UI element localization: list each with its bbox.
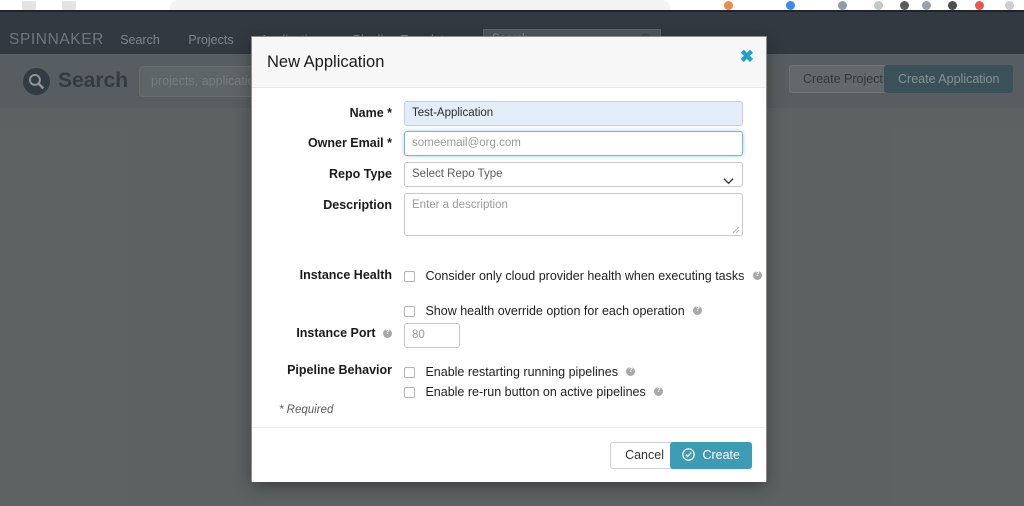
- modal-title: New Application: [267, 53, 385, 71]
- instance-port-label: Instance Port: [252, 326, 392, 340]
- instance-port-input[interactable]: 80: [404, 323, 460, 348]
- repo-type-selected-value: Select Repo Type: [412, 168, 503, 180]
- instance-port-input-wrap: 80: [404, 323, 460, 348]
- create-button-label: Create: [702, 448, 740, 462]
- pipeline-behavior-label: Pipeline Behavior: [287, 363, 392, 377]
- extension-icon-6[interactable]: [922, 1, 931, 10]
- checkbox-row-rerun-button[interactable]: Enable re-run button on active pipelines: [404, 383, 664, 401]
- checkbox-row-cloud-provider-health[interactable]: Consider only cloud provider health when…: [404, 267, 762, 285]
- modal-header: New Application ✖: [252, 37, 766, 88]
- name-label: Name *: [349, 106, 392, 120]
- extension-icon-5[interactable]: [900, 1, 909, 10]
- repo-type-select[interactable]: Select Repo Type: [404, 162, 743, 187]
- new-application-modal: New Application ✖ Name * Test-Applicatio…: [251, 36, 767, 482]
- owner-email-label: Owner Email *: [307, 136, 392, 150]
- extension-icon-1[interactable]: [724, 1, 733, 10]
- checkbox-row-restart-pipelines[interactable]: Enable restarting running pipelines: [404, 363, 636, 381]
- close-icon[interactable]: ✖: [740, 48, 754, 65]
- extension-icon-9[interactable]: [1005, 1, 1014, 10]
- description-textarea[interactable]: Enter a description: [404, 193, 743, 236]
- repo-type-label: Repo Type: [329, 167, 392, 181]
- help-circle-icon[interactable]: [654, 385, 664, 397]
- cloud-provider-health-checkbox[interactable]: [404, 271, 415, 282]
- help-circle-icon[interactable]: [626, 365, 636, 377]
- modal-body: Name * Test-Application Owner Email * so…: [252, 88, 766, 427]
- modal-footer: Cancel Create: [252, 427, 766, 482]
- extension-icon-4[interactable]: [874, 1, 883, 10]
- help-circle-icon[interactable]: [693, 304, 703, 316]
- checkbox-row-health-override[interactable]: Show health override option for each ope…: [404, 302, 703, 320]
- cloud-provider-health-label: Consider only cloud provider health when…: [425, 268, 745, 283]
- create-button[interactable]: Create: [669, 442, 752, 469]
- description-textarea-wrap: Enter a description: [404, 193, 743, 236]
- extension-icon-3[interactable]: [838, 1, 847, 10]
- rerun-button-checkbox[interactable]: [404, 387, 415, 398]
- health-override-label: Show health override option for each ope…: [425, 303, 685, 318]
- extension-icon-7[interactable]: [948, 1, 957, 10]
- help-circle-icon[interactable]: [752, 269, 762, 281]
- restart-pipelines-checkbox[interactable]: [404, 367, 415, 378]
- browser-back-button[interactable]: [22, 1, 36, 10]
- resize-grip-icon[interactable]: [732, 225, 740, 234]
- extension-icon-2[interactable]: [786, 1, 795, 10]
- owner-email-input-wrap: someemail@org.com: [404, 131, 743, 156]
- owner-email-input[interactable]: someemail@org.com: [404, 131, 743, 156]
- check-circle-icon: [682, 448, 698, 464]
- required-note: * Required: [279, 404, 334, 416]
- cancel-button[interactable]: Cancel: [610, 442, 679, 469]
- extension-icon-8[interactable]: [975, 1, 984, 10]
- browser-forward-button[interactable]: [62, 1, 76, 10]
- health-override-checkbox[interactable]: [404, 306, 415, 317]
- instance-health-label: Instance Health: [299, 268, 392, 282]
- restart-pipelines-label: Enable restarting running pipelines: [425, 364, 618, 379]
- help-circle-icon[interactable]: [383, 327, 392, 339]
- description-placeholder: Enter a description: [412, 199, 508, 211]
- name-input[interactable]: Test-Application: [404, 101, 743, 126]
- instance-port-label-text: Instance Port: [296, 326, 376, 340]
- browser-tab[interactable]: [170, 0, 670, 10]
- browser-chrome-strip: [0, 0, 1024, 12]
- description-label: Description: [323, 198, 392, 212]
- name-input-wrap: Test-Application: [404, 101, 743, 126]
- chevron-down-icon: [723, 171, 734, 194]
- repo-type-select-wrap: Select Repo Type: [404, 162, 743, 187]
- rerun-button-label: Enable re-run button on active pipelines: [425, 384, 646, 399]
